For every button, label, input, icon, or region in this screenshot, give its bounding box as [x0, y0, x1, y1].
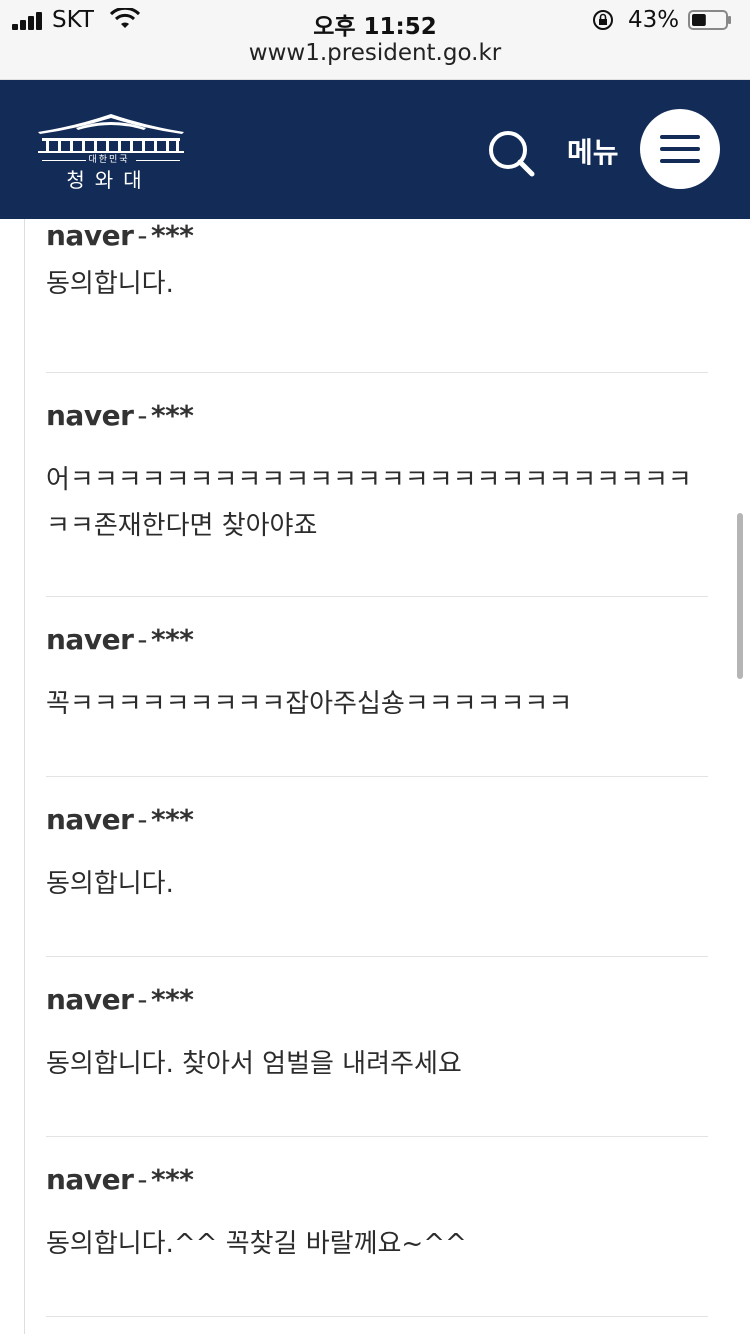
- comment-user: ***: [151, 623, 194, 656]
- hamburger-menu-icon[interactable]: [640, 109, 720, 189]
- orientation-lock-icon: [593, 10, 613, 30]
- search-icon[interactable]: [486, 128, 536, 178]
- logo-title: 청와대: [66, 168, 152, 192]
- comment-item: naver - *** 어ㅋㅋㅋㅋㅋㅋㅋㅋㅋㅋㅋㅋㅋㅋㅋㅋㅋㅋㅋㅋㅋㅋㅋㅋㅋㅋㅋㅋ존…: [46, 373, 708, 597]
- battery-percent: 43%: [628, 7, 680, 33]
- comment-author: naver - ***: [46, 399, 194, 432]
- site-header: 대한민국 청와대 메뉴: [0, 80, 750, 219]
- comment-source: naver: [46, 1163, 134, 1196]
- comment-author: naver - ***: [46, 623, 194, 656]
- page-scrollbar[interactable]: [737, 513, 743, 679]
- panel-border: [24, 219, 25, 1334]
- comment-text: 동의합니다.: [46, 869, 174, 899]
- comment-user: ***: [151, 219, 194, 252]
- comment-author: naver - ***: [46, 1163, 194, 1196]
- comment-list: naver - *** 동의합니다. naver - *** 어ㅋㅋㅋㅋㅋㅋㅋㅋㅋㅋㅋㅋ…: [0, 219, 750, 1334]
- comment-source: naver: [46, 983, 134, 1016]
- comment-source: naver: [46, 803, 134, 836]
- comment-user: ***: [151, 803, 194, 836]
- comment-user: ***: [151, 983, 194, 1016]
- comment-source: naver: [46, 399, 134, 432]
- comment-item: naver - *** 동의합니다.: [46, 219, 708, 373]
- comment-author: naver - ***: [46, 219, 194, 252]
- menu-label[interactable]: 메뉴: [567, 131, 619, 171]
- comment-source: naver: [46, 623, 134, 656]
- comment-item: naver - *** 동의합니다.^^ 꼭찾길 바랄께요~^^: [46, 1137, 708, 1317]
- comment-source: naver: [46, 219, 134, 252]
- comment-user: ***: [151, 399, 194, 432]
- comment-text: 동의합니다.^^ 꼭찾길 바랄께요~^^: [46, 1229, 467, 1259]
- browser-top-bar: SKT 오후 11:52 43% www1.president.go.kr: [0, 0, 750, 80]
- status-bar: SKT 오후 11:52 43%: [0, 0, 750, 42]
- comment-item: naver - *** 동의합니다.: [46, 777, 708, 957]
- comment-user: ***: [151, 1163, 194, 1196]
- comment-author: naver - ***: [46, 983, 194, 1016]
- comment-text: 어ㅋㅋㅋㅋㅋㅋㅋㅋㅋㅋㅋㅋㅋㅋㅋㅋㅋㅋㅋㅋㅋㅋㅋㅋㅋㅋㅋㅋ존재한다면 찾아야죠: [46, 465, 692, 541]
- comment-item: naver - *** 동의합니다. 찾아서 엄벌을 내려주세요: [46, 957, 708, 1137]
- battery-icon: [688, 10, 731, 30]
- comment-text: 꼭ㅋㅋㅋㅋㅋㅋㅋㅋㅋ잡아주십숑ㅋㅋㅋㅋㅋㅋㅋ: [46, 689, 573, 719]
- comment-text: 동의합니다. 찾아서 엄벌을 내려주세요: [46, 1049, 462, 1079]
- comment-item: naver - *** 꼭ㅋㅋㅋㅋㅋㅋㅋㅋㅋ잡아주십숑ㅋㅋㅋㅋㅋㅋㅋ: [46, 597, 708, 777]
- comment-text: 동의합니다.: [46, 269, 174, 299]
- comment-author: naver - ***: [46, 803, 194, 836]
- address-bar[interactable]: www1.president.go.kr: [0, 40, 750, 66]
